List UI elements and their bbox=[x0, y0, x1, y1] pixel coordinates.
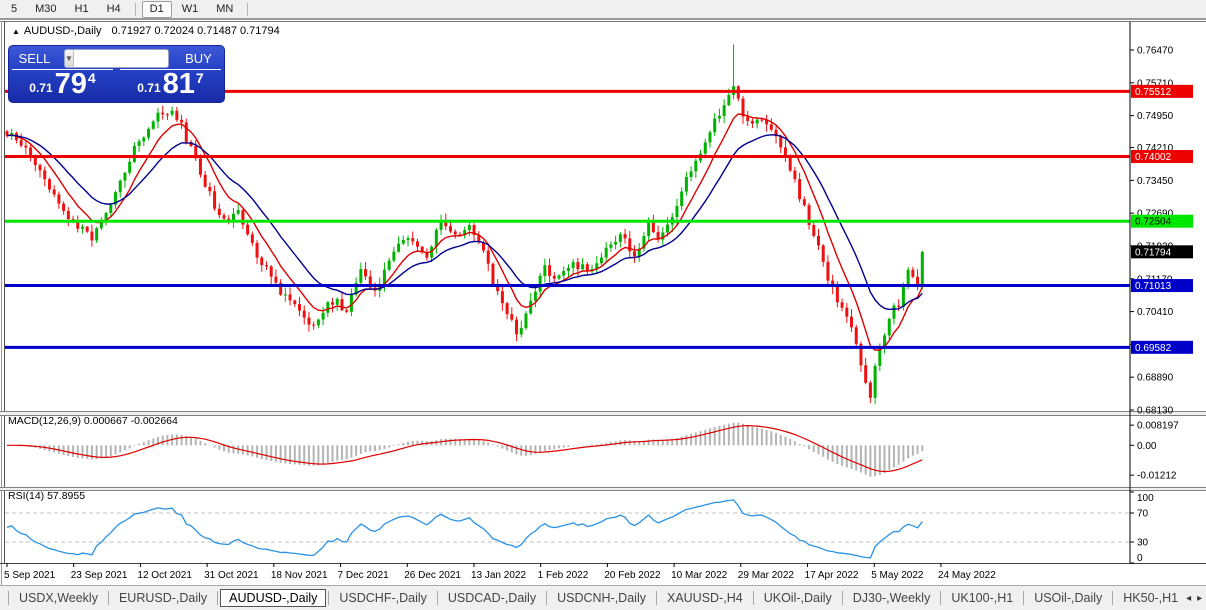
svg-text:0.75512: 0.75512 bbox=[1135, 87, 1172, 98]
tab-scroll-arrows: ◂ ▸ bbox=[1186, 593, 1204, 604]
chart-tab-usdcad-daily[interactable]: USDCAD-,Daily bbox=[440, 590, 544, 606]
svg-text:0.68130: 0.68130 bbox=[1137, 405, 1174, 416]
buy-button[interactable]: BUY bbox=[176, 49, 221, 68]
svg-text:12 Oct 2021: 12 Oct 2021 bbox=[137, 570, 192, 581]
sell-price-button[interactable]: 0.71 79 4 bbox=[12, 69, 113, 100]
toolbar-divider bbox=[134, 2, 136, 16]
svg-text:5 Sep 2021: 5 Sep 2021 bbox=[4, 570, 56, 581]
tab-separator bbox=[655, 591, 657, 605]
one-click-trade-panel: SELL ▼ ▲ BUY 0.71794 0.71817 bbox=[8, 45, 225, 103]
svg-text:0.69582: 0.69582 bbox=[1135, 343, 1172, 354]
svg-text:0.73450: 0.73450 bbox=[1137, 176, 1174, 187]
toolbar-divider bbox=[247, 2, 249, 16]
svg-text:20 Feb 2022: 20 Feb 2022 bbox=[604, 570, 661, 581]
svg-text:1 Feb 2022: 1 Feb 2022 bbox=[538, 570, 589, 581]
chart-tab-eurusd-daily[interactable]: EURUSD-,Daily bbox=[111, 590, 215, 606]
svg-text:100: 100 bbox=[1137, 493, 1154, 504]
chart-tab-audusd-daily[interactable]: AUDUSD-,Daily bbox=[220, 589, 327, 607]
volume-stepper: ▼ ▲ bbox=[64, 49, 169, 68]
tab-separator bbox=[217, 591, 219, 605]
svg-text:0.68890: 0.68890 bbox=[1137, 373, 1174, 384]
sell-price-prefix: 0.71 bbox=[29, 81, 53, 95]
svg-text:29 Mar 2022: 29 Mar 2022 bbox=[738, 570, 795, 581]
timeframe-button-w1[interactable]: W1 bbox=[174, 1, 207, 18]
tab-separator bbox=[8, 591, 9, 605]
mt4-window: 0.76470 0.75710 0.74950 0.74210 0.73450 0.726… bbox=[0, 0, 1206, 610]
tab-scroll-right-icon[interactable]: ▸ bbox=[1197, 593, 1202, 604]
chart-tab-usdchf-daily[interactable]: USDCHF-,Daily bbox=[331, 590, 435, 606]
tab-separator bbox=[436, 591, 438, 605]
volume-input[interactable] bbox=[72, 50, 168, 67]
tab-separator bbox=[328, 591, 330, 605]
tab-separator bbox=[841, 591, 843, 605]
svg-text:23 Sep 2021: 23 Sep 2021 bbox=[71, 570, 128, 581]
tab-separator bbox=[546, 591, 548, 605]
svg-text:17 Apr 2022: 17 Apr 2022 bbox=[805, 570, 859, 581]
svg-text:0.70410: 0.70410 bbox=[1137, 307, 1174, 318]
buy-price-sup: 7 bbox=[195, 70, 204, 86]
svg-text:18 Nov 2021: 18 Nov 2021 bbox=[271, 570, 328, 581]
svg-text:70: 70 bbox=[1137, 509, 1149, 520]
svg-text:0.76470: 0.76470 bbox=[1137, 46, 1174, 57]
volume-decrease-button[interactable]: ▼ bbox=[65, 50, 73, 67]
timeframe-button-h4[interactable]: H4 bbox=[99, 1, 129, 18]
tab-separator bbox=[1112, 591, 1114, 605]
svg-text:0.74950: 0.74950 bbox=[1137, 111, 1174, 122]
sell-price-sup: 4 bbox=[87, 70, 96, 86]
collapse-arrow-icon[interactable]: ▲ bbox=[12, 27, 20, 36]
svg-text:26 Dec 2021: 26 Dec 2021 bbox=[404, 570, 461, 581]
buy-price-button[interactable]: 0.71 81 7 bbox=[120, 69, 221, 100]
chart-tab-usoil-daily[interactable]: USOil-,Daily bbox=[1026, 590, 1110, 606]
timeframe-button-mn[interactable]: MN bbox=[208, 1, 241, 18]
svg-text:0.72504: 0.72504 bbox=[1135, 217, 1172, 228]
timeframe-button-5[interactable]: 5 bbox=[3, 1, 25, 18]
timeframe-button-d1[interactable]: D1 bbox=[141, 0, 172, 18]
sell-price-big: 79 bbox=[54, 68, 87, 100]
svg-text:0.00: 0.00 bbox=[1137, 441, 1157, 452]
svg-text:10 Mar 2022: 10 Mar 2022 bbox=[671, 570, 728, 581]
svg-text:0.74002: 0.74002 bbox=[1135, 152, 1172, 163]
svg-text:7 Dec 2021: 7 Dec 2021 bbox=[338, 570, 390, 581]
chart-tab-usdcnh-daily[interactable]: USDCNH-,Daily bbox=[549, 590, 654, 606]
chart-tab-uk100-h1[interactable]: UK100-,H1 bbox=[943, 590, 1021, 606]
svg-text:0.008197: 0.008197 bbox=[1137, 421, 1179, 432]
macd-label: MACD(12,26,9) 0.000667 -0.002664 bbox=[8, 415, 178, 427]
svg-text:0: 0 bbox=[1137, 553, 1143, 564]
svg-text:0.71013: 0.71013 bbox=[1135, 281, 1172, 292]
chart-tab-bar: USDX,Weekly EURUSD-,Daily AUDUSD-,Daily USD… bbox=[0, 585, 1206, 610]
tab-separator bbox=[940, 591, 942, 605]
svg-text:5 May 2022: 5 May 2022 bbox=[871, 570, 924, 581]
svg-text:31 Oct 2021: 31 Oct 2021 bbox=[204, 570, 259, 581]
tab-separator bbox=[1023, 591, 1025, 605]
buy-price-prefix: 0.71 bbox=[137, 81, 161, 95]
sell-button[interactable]: SELL bbox=[12, 49, 57, 68]
chart-tab-dj30-weekly[interactable]: DJ30-,Weekly bbox=[845, 590, 939, 606]
buy-price-big: 81 bbox=[162, 68, 195, 100]
tab-separator bbox=[107, 591, 109, 605]
symbol-period-label: AUDUSD-,Daily bbox=[23, 25, 102, 37]
chart-tab-ukoil-daily[interactable]: UKOil-,Daily bbox=[756, 590, 840, 606]
svg-text:30: 30 bbox=[1137, 538, 1149, 549]
chart-tab-usdx-weekly[interactable]: USDX,Weekly bbox=[11, 590, 106, 606]
timeframe-toolbar: 5 M30 H1 H4 D1 W1 MN bbox=[0, 0, 1206, 20]
svg-text:24 May 2022: 24 May 2022 bbox=[938, 570, 996, 581]
ohlc-values: 0.71927 0.72024 0.71487 0.71794 bbox=[111, 25, 280, 37]
rsi-label: RSI(14) 57.8955 bbox=[8, 490, 86, 502]
svg-text:13 Jan 2022: 13 Jan 2022 bbox=[471, 570, 526, 581]
timeframe-button-h1[interactable]: H1 bbox=[67, 1, 97, 18]
tab-separator bbox=[752, 591, 754, 605]
tab-scroll-left-icon[interactable]: ◂ bbox=[1186, 593, 1191, 604]
chart-tab-xauusd-h4[interactable]: XAUUSD-,H4 bbox=[659, 590, 751, 606]
timeframe-button-m30[interactable]: M30 bbox=[27, 1, 64, 18]
svg-text:-0.01212: -0.01212 bbox=[1137, 471, 1177, 482]
svg-text:0.71794: 0.71794 bbox=[1135, 247, 1172, 258]
chart-title: ▲ AUDUSD-,Daily 0.71927 0.72024 0.71487 0.… bbox=[12, 25, 280, 37]
chart-tab-hk50-h1[interactable]: HK50-,H1 bbox=[1115, 590, 1186, 606]
